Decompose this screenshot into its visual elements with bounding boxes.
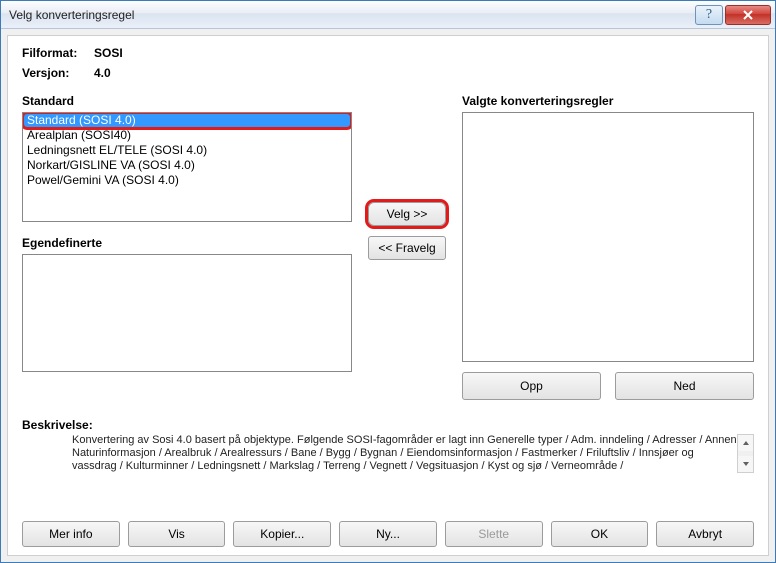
standard-list-item[interactable]: Arealplan (SOSI40): [23, 128, 351, 143]
standard-list-item[interactable]: Standard (SOSI 4.0): [23, 113, 351, 128]
dialog-window: Velg konverteringsregel ? Filformat: SOS…: [0, 0, 776, 563]
file-format-label: Filformat:: [22, 46, 94, 60]
help-icon: ?: [706, 7, 712, 23]
custom-label: Egendefinerte: [22, 236, 352, 250]
move-down-label: Ned: [673, 379, 695, 393]
standard-list-item[interactable]: Ledningsnett EL/TELE (SOSI 4.0): [23, 143, 351, 158]
dialog-content: Filformat: SOSI Versjon: 4.0 Standard St…: [7, 35, 769, 556]
show-label: Vis: [168, 527, 184, 541]
more-info-label: Mer info: [49, 527, 92, 541]
ok-button[interactable]: OK: [551, 521, 649, 547]
standard-label: Standard: [22, 94, 352, 108]
custom-listbox[interactable]: [22, 254, 352, 372]
cancel-label: Avbryt: [688, 527, 722, 541]
select-button-label: Velg >>: [387, 207, 428, 221]
new-label: Ny...: [376, 527, 400, 541]
middle-column: Velg >> << Fravelg: [366, 86, 448, 400]
new-button[interactable]: Ny...: [339, 521, 437, 547]
file-format-row: Filformat: SOSI: [22, 46, 754, 60]
columns: Standard Standard (SOSI 4.0)Arealplan (S…: [22, 86, 754, 400]
right-column: Valgte konverteringsregler Opp Ned: [462, 86, 754, 400]
description-wrap: Konvertering av Sosi 4.0 basert på objek…: [22, 434, 754, 473]
standard-list-item[interactable]: Powel/Gemini VA (SOSI 4.0): [23, 173, 351, 188]
version-value: 4.0: [94, 66, 111, 80]
version-row: Versjon: 4.0: [22, 66, 754, 80]
show-button[interactable]: Vis: [128, 521, 226, 547]
window-title: Velg konverteringsregel: [9, 8, 695, 22]
copy-label: Kopier...: [260, 527, 304, 541]
selected-rules-label: Valgte konverteringsregler: [462, 94, 754, 108]
close-button[interactable]: [725, 5, 771, 25]
scroll-down-icon: [738, 456, 753, 472]
description-label: Beskrivelse:: [22, 418, 754, 432]
titlebar: Velg konverteringsregel ?: [1, 1, 775, 29]
move-up-label: Opp: [520, 379, 543, 393]
standard-listbox[interactable]: Standard (SOSI 4.0)Arealplan (SOSI40)Led…: [22, 112, 352, 222]
help-button[interactable]: ?: [695, 5, 723, 25]
more-info-button[interactable]: Mer info: [22, 521, 120, 547]
reorder-buttons: Opp Ned: [462, 372, 754, 400]
move-up-button[interactable]: Opp: [462, 372, 601, 400]
standard-list-item[interactable]: Norkart/GISLINE VA (SOSI 4.0): [23, 158, 351, 173]
left-column: Standard Standard (SOSI 4.0)Arealplan (S…: [22, 86, 352, 400]
cancel-button[interactable]: Avbryt: [656, 521, 754, 547]
selected-listbox[interactable]: [462, 112, 754, 362]
ok-label: OK: [591, 527, 608, 541]
footer-buttons: Mer info Vis Kopier... Ny... Slette OK A…: [22, 513, 754, 547]
description-scrollbar[interactable]: [737, 434, 754, 473]
scroll-up-icon: [738, 435, 753, 451]
version-label: Versjon:: [22, 66, 94, 80]
deselect-button-label: << Fravelg: [378, 241, 435, 255]
close-icon: [742, 9, 754, 21]
copy-button[interactable]: Kopier...: [233, 521, 331, 547]
delete-button[interactable]: Slette: [445, 521, 543, 547]
file-format-value: SOSI: [94, 46, 123, 60]
description-text: Konvertering av Sosi 4.0 basert på objek…: [22, 434, 737, 473]
delete-label: Slette: [478, 527, 509, 541]
deselect-button[interactable]: << Fravelg: [368, 236, 446, 260]
select-button[interactable]: Velg >>: [368, 202, 446, 226]
move-down-button[interactable]: Ned: [615, 372, 754, 400]
